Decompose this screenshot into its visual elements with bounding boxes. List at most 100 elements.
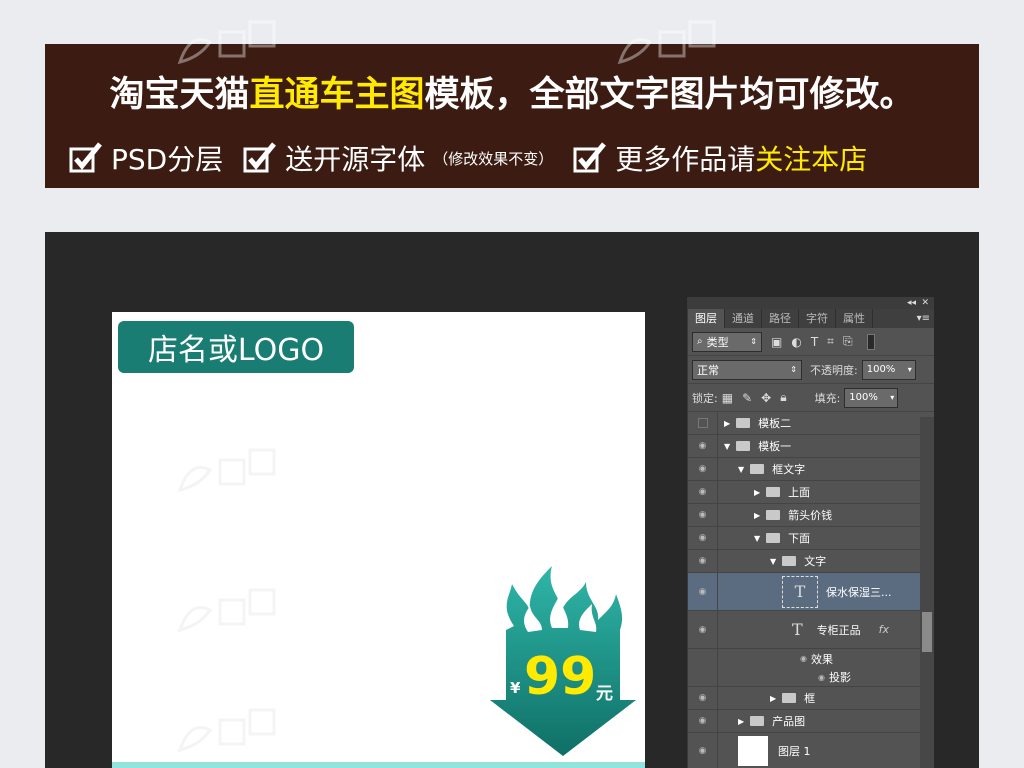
filter-type-icon[interactable]: T xyxy=(811,335,818,349)
close-icon[interactable]: ✕ xyxy=(921,297,929,309)
lock-all-icon[interactable]: 🔒︎ xyxy=(780,390,786,405)
layer-row[interactable]: ◉ 图层 1 xyxy=(688,733,934,768)
effects-label: 效果 xyxy=(810,652,833,666)
stepper-icon: ⇕ xyxy=(750,337,757,346)
layer-name: 框 xyxy=(804,692,816,705)
eye-icon[interactable]: ◉ xyxy=(688,733,718,768)
blend-mode-value: 正常 xyxy=(697,363,719,377)
layers-panel: ◂◂ ✕ 图层 通道 路径 字符 属性 ▾≡ ⌕ 类型 ⇕ ▣ ◐ T ⌗ ⎘ … xyxy=(687,297,934,768)
layer-row[interactable]: ◉ ▼ 模板一 xyxy=(688,435,934,458)
eye-icon[interactable]: ◉ xyxy=(688,710,718,732)
lock-transparent-icon[interactable]: ▦ xyxy=(722,391,733,405)
checkbox-checked-icon xyxy=(573,142,607,173)
layer-row[interactable]: ◉ ▼ 下面 xyxy=(688,527,934,550)
collapse-triangle-icon[interactable]: ▼ xyxy=(738,465,744,474)
feature-follow-label: 更多作品请关注本店 xyxy=(615,138,867,178)
filter-kind-select[interactable]: ⌕ 类型 ⇕ xyxy=(692,331,762,352)
layer-name: 上面 xyxy=(788,486,811,499)
chevron-down-icon: ▾ xyxy=(890,393,895,402)
eye-icon[interactable]: ◉ xyxy=(688,687,718,709)
filter-shape-icon[interactable]: ⌗ xyxy=(827,334,834,349)
tab-character[interactable]: 字符 xyxy=(799,309,836,328)
chevron-down-icon: ▾ xyxy=(907,365,912,374)
expand-triangle-icon[interactable]: ▶ xyxy=(754,488,760,497)
layers-scrollbar[interactable] xyxy=(920,417,934,768)
feature-fonts: 送开源字体 （修改效果不变） xyxy=(243,138,553,178)
layer-name: 保水保湿三... xyxy=(826,585,892,599)
eye-icon[interactable]: ◉ xyxy=(688,573,718,610)
layer-row[interactable]: ◉ ▼ 文字 xyxy=(688,550,934,573)
eye-icon[interactable]: ◉ xyxy=(688,527,718,549)
feature-follow-highlight: 关注本店 xyxy=(755,143,868,176)
layer-name: 模板二 xyxy=(758,417,792,430)
feature-psd: PSD分层 xyxy=(69,138,223,178)
layer-row[interactable]: ◉ ▶ 框 xyxy=(688,687,934,710)
folder-icon xyxy=(736,418,751,428)
fx-icon[interactable]: fx xyxy=(879,623,889,636)
layer-name: 下面 xyxy=(788,532,811,545)
collapse-triangle-icon[interactable]: ▼ xyxy=(754,534,760,543)
layer-row[interactable]: ◉ ▼ 框文字 xyxy=(688,458,934,481)
collapse-triangle-icon[interactable]: ▼ xyxy=(770,557,776,566)
filter-toggle[interactable] xyxy=(866,333,875,350)
banner-features: PSD分层 送开源字体 （修改效果不变） 更多作品请关注本店 xyxy=(69,138,887,178)
layer-row[interactable]: ◉ T 专柜正品 fx xyxy=(688,611,934,649)
text-layer-thumbnail: T xyxy=(782,575,818,608)
feature-follow-part1: 更多作品请 xyxy=(615,143,756,176)
eye-icon[interactable]: ◉ xyxy=(818,673,825,682)
collapse-triangle-icon[interactable]: ▼ xyxy=(724,442,730,451)
opacity-input[interactable]: 100% ▾ xyxy=(861,359,916,380)
opacity-value: 100% xyxy=(866,364,896,375)
blend-mode-select[interactable]: 正常 ⇕ xyxy=(692,359,802,380)
filter-row: ⌕ 类型 ⇕ ▣ ◐ T ⌗ ⎘ xyxy=(688,328,934,356)
folder-open-icon xyxy=(750,464,765,474)
folder-open-icon xyxy=(736,441,751,451)
opacity-label: 不透明度: xyxy=(810,363,858,377)
expand-triangle-icon[interactable]: ▶ xyxy=(754,511,760,520)
lock-brush-icon[interactable]: ✎ xyxy=(742,391,752,405)
tab-properties[interactable]: 属性 xyxy=(836,309,873,328)
eye-icon[interactable]: ◉ xyxy=(688,481,718,503)
type-layer-icon: T xyxy=(794,582,806,601)
layer-row[interactable]: ◉ ▶ 上面 xyxy=(688,481,934,504)
layer-row[interactable]: ◉ ▶ 箭头价钱 xyxy=(688,504,934,527)
layer-name: 产品图 xyxy=(772,715,806,728)
collapse-icon[interactable]: ◂◂ xyxy=(907,297,916,309)
expand-triangle-icon[interactable]: ▶ xyxy=(738,717,744,726)
watermark-logo xyxy=(617,20,716,65)
tab-paths[interactable]: 路径 xyxy=(762,309,799,328)
lock-row: 锁定: ▦ ✎ ✥ 🔒︎ 填充: 100% ▾ xyxy=(688,384,934,412)
expand-triangle-icon[interactable]: ▶ xyxy=(724,419,730,428)
layer-row-selected[interactable]: ◉ T 保水保湿三... xyxy=(688,573,934,611)
layer-name: 文字 xyxy=(804,555,827,568)
folder-open-icon xyxy=(782,556,797,566)
fill-input[interactable]: 100% ▾ xyxy=(844,387,899,408)
effect-name: 投影 xyxy=(828,671,851,684)
feature-psd-label: PSD分层 xyxy=(111,143,224,176)
panel-menu-icon[interactable]: ▾≡ xyxy=(917,309,930,328)
expand-triangle-icon[interactable]: ▶ xyxy=(770,694,776,703)
scrollbar-thumb[interactable] xyxy=(922,612,932,652)
eye-icon[interactable]: ◉ xyxy=(688,458,718,480)
eye-icon[interactable]: ◉ xyxy=(688,435,718,457)
folder-icon xyxy=(782,693,797,703)
tab-layers[interactable]: 图层 xyxy=(688,309,725,328)
layer-row[interactable]: ▶ 模板二 xyxy=(688,412,934,435)
eye-icon[interactable]: ◉ xyxy=(688,550,718,572)
filter-adjustment-icon[interactable]: ◐ xyxy=(791,335,801,349)
layer-row[interactable]: ◉ ▶ 产品图 xyxy=(688,710,934,733)
filter-pixel-icon[interactable]: ▣ xyxy=(771,335,782,349)
folder-icon xyxy=(766,510,781,520)
lock-move-icon[interactable]: ✥ xyxy=(761,391,771,405)
visibility-off-box[interactable] xyxy=(688,412,718,434)
eye-icon[interactable]: ◉ xyxy=(688,611,718,648)
price-currency: ¥ xyxy=(510,679,521,697)
tab-channels[interactable]: 通道 xyxy=(725,309,762,328)
eye-icon[interactable]: ◉ xyxy=(800,654,807,663)
stepper-icon: ⇕ xyxy=(790,365,797,374)
filter-smart-object-icon[interactable]: ⎘ xyxy=(843,334,853,349)
fill-value: 100% xyxy=(849,392,878,403)
lock-label: 锁定: xyxy=(692,391,718,405)
layer-thumbnail xyxy=(738,735,768,766)
eye-icon[interactable]: ◉ xyxy=(688,504,718,526)
